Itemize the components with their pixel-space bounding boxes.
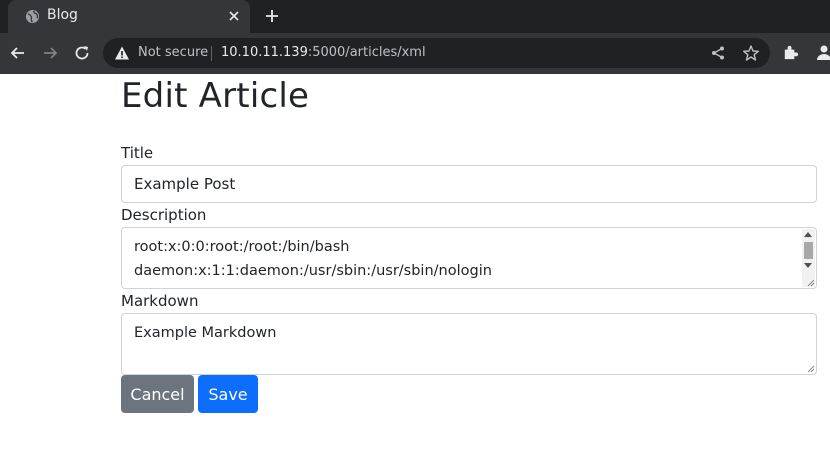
forward-arrow-icon[interactable] [40,43,60,63]
markdown-text: Example Markdown [134,325,277,341]
markdown-label: Markdown [121,292,199,310]
tab-strip: Blog [0,0,830,33]
new-tab-icon[interactable] [264,8,280,24]
tab-title: Blog [47,7,78,23]
url-path: :5000/articles/xml [307,45,426,60]
page-title: Edit Article [121,76,310,116]
warning-icon[interactable] [114,45,130,61]
extensions-icon[interactable] [781,43,800,62]
reload-icon[interactable] [72,43,92,63]
cancel-button[interactable]: Cancel [121,375,194,413]
close-icon[interactable] [227,9,241,23]
description-label: Description [121,206,207,224]
description-line: root:x:0:0:root:/root:/bin/bash [134,239,350,255]
resize-grip-icon[interactable] [805,363,815,373]
title-input[interactable]: Example Post [121,165,817,203]
save-button[interactable]: Save [198,375,258,413]
address-bar[interactable]: Not secure 10.10.11.139:5000/articles/xm… [103,38,770,68]
scroll-up-arrow-icon[interactable] [804,232,812,237]
globe-icon [25,9,40,24]
share-icon[interactable] [710,45,726,61]
description-line: daemon:x:1:1:daemon:/usr/sbin:/usr/sbin/… [134,263,492,279]
title-label: Title [121,144,154,162]
browser-toolbar: Not secure 10.10.11.139:5000/articles/xm… [0,33,830,74]
browser-tab[interactable]: Blog [8,0,250,33]
profile-icon[interactable] [814,43,830,63]
omnibox-divider [211,46,212,61]
scrollbar-thumb[interactable] [804,242,813,259]
scroll-down-arrow-icon[interactable] [804,263,812,268]
resize-grip-icon[interactable] [805,277,815,287]
back-arrow-icon[interactable] [8,43,28,63]
url-host: 10.10.11.139 [221,45,308,60]
description-textarea[interactable]: root:x:0:0:root:/root:/bin/bash daemon:x… [121,227,817,289]
url-text[interactable]: 10.10.11.139:5000/articles/xml [221,45,426,60]
security-label[interactable]: Not secure [138,45,208,60]
star-icon[interactable] [742,44,760,62]
markdown-textarea[interactable]: Example Markdown [121,313,817,375]
